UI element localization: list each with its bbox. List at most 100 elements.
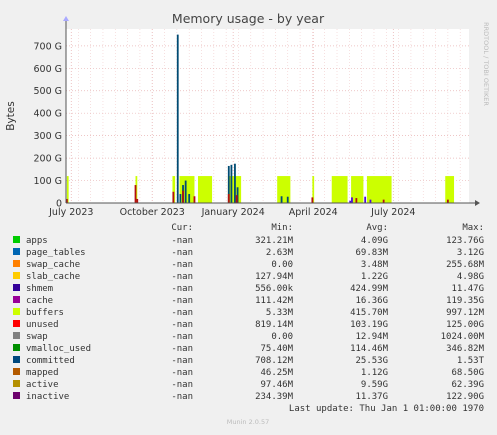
inactive-bar: [227, 194, 230, 203]
legend-name: vmalloc_used: [26, 344, 91, 354]
legend-avg: 4.09G: [361, 236, 388, 246]
legend-header-max: Max:: [462, 223, 484, 233]
legend-max: 3.12G: [457, 248, 484, 258]
chart-title: Memory usage - by year: [172, 11, 325, 26]
legend-min: 234.39M: [255, 392, 294, 402]
legend-cur: -nan: [171, 236, 193, 246]
legend-name: cache: [26, 296, 53, 306]
legend-cur: -nan: [171, 368, 193, 378]
legend-name: slab_cache: [26, 272, 80, 282]
inactive-bar: [134, 185, 137, 203]
legend-name: unused: [26, 320, 59, 330]
legend-name: buffers: [26, 308, 64, 318]
legend-swatch-page_tables: [13, 248, 20, 255]
legend-avg: 415.70M: [350, 308, 389, 318]
legend-swatch-unused: [13, 320, 20, 327]
legend-swatch-cache: [13, 296, 20, 303]
legend-swatch-buffers: [13, 308, 20, 315]
legend-max: 123.76G: [446, 236, 484, 246]
legend-max: 125.00G: [446, 320, 484, 330]
legend-name: inactive: [26, 392, 69, 402]
inactive-bar: [311, 197, 314, 203]
legend-avg: 69.83M: [355, 248, 388, 258]
legend-swatch-swap_cache: [13, 260, 20, 267]
legend-cur: -nan: [171, 392, 193, 402]
munin-graph: Memory usage - by year Bytes RRDTOOL / T…: [0, 0, 497, 431]
legend-avg: 9.59G: [361, 380, 388, 390]
legend-min: 97.46M: [260, 380, 293, 390]
legend-swatch-mapped: [13, 368, 20, 375]
legend-swatch-apps: [13, 236, 20, 243]
unused-block: [331, 176, 348, 203]
committed-bar: [179, 194, 182, 203]
legend-max: 119.35G: [446, 296, 484, 306]
legend-avg: 3.48M: [361, 260, 389, 270]
legend-name: swap: [26, 332, 48, 342]
x-tick-label: January 2024: [201, 207, 265, 218]
legend-max: 1024.00M: [441, 332, 485, 342]
legend-header-cur: Cur:: [171, 223, 193, 233]
legend-avg: 25.53G: [355, 356, 388, 366]
rrdtool-credit: RRDTOOL / TOBI OETIKER: [482, 22, 490, 106]
committed-bar: [286, 196, 289, 203]
inactive-bar: [193, 196, 196, 203]
legend-avg: 424.99M: [350, 284, 389, 294]
y-tick-label: 300 G: [33, 131, 62, 142]
y-tick-label: 500 G: [33, 86, 62, 97]
legend-swatch-vmalloc_used: [13, 344, 20, 351]
legend-name: page_tables: [26, 248, 86, 258]
legend-cur: -nan: [171, 248, 193, 258]
legend-cur: -nan: [171, 272, 193, 282]
inactive-bar: [172, 191, 175, 203]
unused-block: [179, 176, 195, 203]
legend: Cur: Min: Avg: Max: apps -nan 321.21M 4.09G 123.…: [13, 223, 485, 402]
legend-cur: -nan: [171, 320, 193, 330]
legend-min: 819.14M: [255, 320, 294, 330]
legend-avg: 1.22G: [361, 272, 388, 282]
y-tick-label: 700 G: [33, 41, 62, 52]
legend-cur: -nan: [171, 380, 193, 390]
x-tick-label: April 2024: [289, 207, 338, 218]
legend-min: 0.00: [271, 260, 293, 270]
inactive-bar: [182, 190, 184, 203]
legend-max: 11.47G: [451, 284, 484, 294]
inactive-bar: [136, 198, 139, 203]
inactive-bar: [235, 195, 238, 203]
last-update: Last update: Thu Jan 1 01:00:00 1970: [289, 404, 484, 414]
legend-max: 346.82M: [446, 344, 485, 354]
unused-block: [197, 176, 213, 203]
legend-swatch-swap: [13, 332, 20, 339]
legend-max: 1.53T: [457, 356, 485, 366]
legend-min: 708.12M: [255, 356, 294, 366]
inactive-bar: [446, 199, 449, 203]
legend-avg: 103.19G: [350, 320, 388, 330]
munin-version: Munin 2.0.57: [227, 418, 270, 426]
y-tick-label: 100 G: [33, 176, 62, 187]
x-tick-label: July 2023: [48, 207, 93, 218]
legend-swatch-shmem: [13, 284, 20, 291]
committed-bar: [280, 196, 283, 203]
unused-block: [445, 176, 455, 203]
buffers-bar: [364, 196, 367, 203]
legend-swatch-active: [13, 380, 20, 387]
inactive-bar: [382, 199, 385, 203]
legend-avg: 12.94M: [355, 332, 388, 342]
inactive-bar: [355, 198, 358, 203]
x-tick-label: October 2023: [120, 207, 185, 218]
y-axis-arrow: [63, 16, 69, 21]
legend-avg: 114.46M: [350, 344, 389, 354]
x-axis-arrow: [475, 200, 480, 206]
legend-swatch-slab_cache: [13, 272, 20, 279]
legend-min: 111.42M: [255, 296, 294, 306]
buffers-bar: [369, 199, 372, 203]
committed-bar: [234, 163, 236, 203]
committed-bar: [188, 194, 191, 203]
legend-max: 255.68M: [446, 260, 485, 270]
memory-chart: Memory usage - by year Bytes RRDTOOL / T…: [5, 11, 490, 426]
legend-cur: -nan: [171, 284, 193, 294]
committed-bar: [230, 164, 233, 203]
plot-area: [66, 29, 469, 203]
legend-min: 0.00: [271, 332, 293, 342]
y-tick-label: 600 G: [33, 64, 62, 75]
y-axis-label: Bytes: [5, 101, 17, 130]
